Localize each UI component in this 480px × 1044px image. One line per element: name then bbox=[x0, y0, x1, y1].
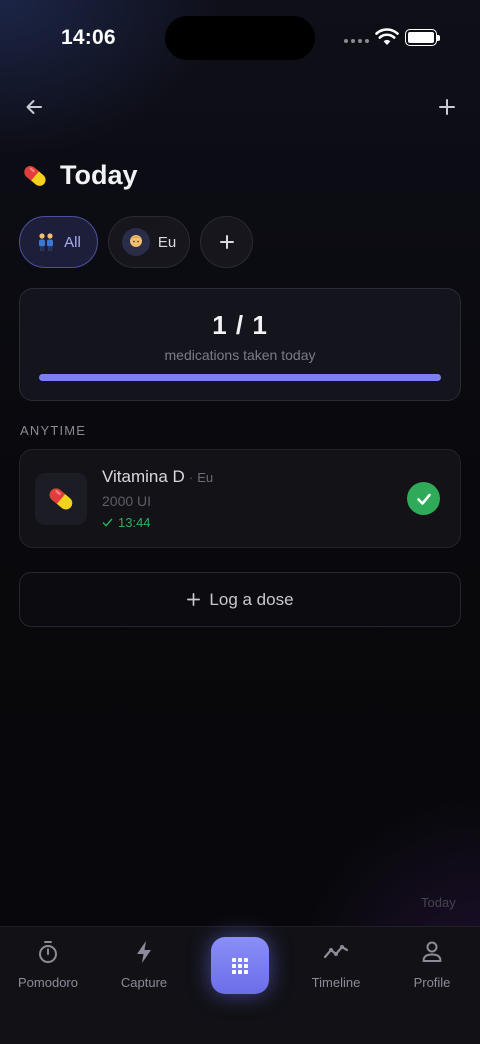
dynamic-island bbox=[165, 16, 315, 60]
pill-icon bbox=[24, 165, 46, 186]
status-time: 14:06 bbox=[61, 26, 116, 49]
tab-label: Capture bbox=[120, 975, 168, 990]
medication-icon-tile bbox=[35, 473, 87, 525]
medication-name-row: Vitamina D · Eu bbox=[102, 467, 213, 487]
medication-person: Eu bbox=[197, 470, 214, 485]
pill-icon bbox=[49, 488, 73, 510]
battery-tip bbox=[437, 35, 440, 41]
taken-time-row: 13:44 bbox=[102, 515, 151, 530]
taken-label: medications taken today bbox=[164, 347, 316, 363]
tab-label: Profile bbox=[413, 975, 451, 990]
trend-icon bbox=[323, 945, 349, 959]
separator-dot: · bbox=[188, 470, 194, 485]
today-hint[interactable]: Today bbox=[421, 895, 456, 910]
person-face-icon bbox=[129, 235, 142, 247]
tab-timeline[interactable]: Timeline bbox=[288, 940, 384, 990]
plus-icon bbox=[187, 593, 201, 606]
apps-grid-button[interactable] bbox=[211, 937, 269, 994]
filter-chip-label: All bbox=[64, 233, 81, 251]
tab-profile[interactable]: Profile bbox=[384, 940, 480, 990]
bolt-icon bbox=[137, 941, 151, 963]
arrow-left-icon bbox=[26, 100, 42, 114]
log-dose-button[interactable]: Log a dose bbox=[19, 572, 461, 627]
tab-label: Timeline bbox=[311, 975, 361, 990]
add-medication-button[interactable] bbox=[433, 93, 461, 121]
medication-name: Vitamina D bbox=[102, 467, 185, 486]
page-title-row: Today bbox=[20, 160, 138, 191]
back-button[interactable] bbox=[20, 93, 48, 121]
tab-capture[interactable]: Capture bbox=[96, 940, 192, 990]
tab-label: Pomodoro bbox=[18, 975, 78, 990]
summary-card bbox=[19, 288, 461, 401]
plus-icon bbox=[219, 235, 234, 249]
add-person-button[interactable] bbox=[200, 216, 253, 268]
section-label: ANYTIME bbox=[20, 423, 87, 438]
log-dose-label: Log a dose bbox=[209, 589, 294, 609]
filter-chip-label: Eu bbox=[157, 233, 177, 251]
plus-icon bbox=[439, 99, 455, 115]
battery-icon bbox=[405, 29, 437, 46]
progress-fill bbox=[39, 374, 441, 381]
progress-bar bbox=[39, 374, 441, 381]
check-icon bbox=[416, 493, 431, 505]
taken-count: 1 / 1 bbox=[212, 310, 268, 340]
avatar bbox=[121, 228, 150, 256]
filter-chip-all[interactable]: All bbox=[19, 216, 98, 268]
timer-icon bbox=[39, 941, 57, 963]
wifi-icon bbox=[375, 28, 399, 51]
page-title: Today bbox=[60, 160, 138, 190]
checkmark-icon bbox=[102, 518, 113, 527]
user-icon bbox=[422, 941, 442, 962]
cellular-signal-icon bbox=[344, 39, 369, 43]
grid-icon bbox=[232, 957, 248, 974]
taken-toggle-button[interactable] bbox=[407, 482, 440, 515]
people-icon bbox=[39, 233, 54, 251]
medication-dose: 2000 UI bbox=[102, 493, 152, 509]
filter-chip-eu[interactable]: Eu bbox=[108, 216, 190, 268]
taken-time: 13:44 bbox=[118, 515, 151, 530]
tab-pomodoro[interactable]: Pomodoro bbox=[0, 940, 96, 990]
